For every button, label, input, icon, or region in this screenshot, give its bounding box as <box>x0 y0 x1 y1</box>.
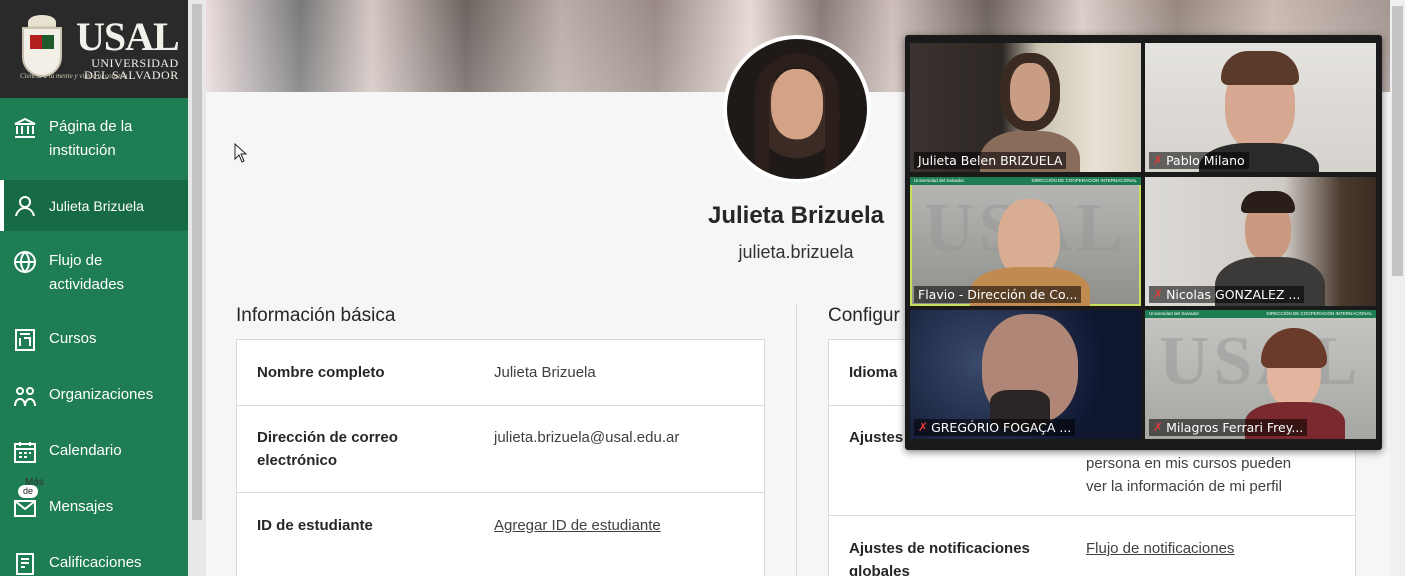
university-logo[interactable]: USAL UNIVERSIDAD DEL SALVADOR Ciencia a … <box>0 0 188 98</box>
muted-mic-icon: ✗ <box>1153 153 1164 167</box>
sidebar-item-messages[interactable]: Más de Mensajes <box>0 477 188 535</box>
muted-mic-icon: ✗ <box>1153 287 1164 301</box>
participant-name: Flavio - Dirección de Co... <box>914 286 1082 303</box>
sidebar: USAL UNIVERSIDAD DEL SALVADOR Ciencia a … <box>0 0 188 576</box>
participant-name: Julieta Belen BRIZUELA <box>914 152 1067 169</box>
grades-icon <box>12 551 38 576</box>
participant-tile[interactable]: ✗ GREGÓRIO FOGAÇA ... <box>910 310 1141 439</box>
config-row: Ajustes de notificaciones globales Flujo… <box>829 516 1355 576</box>
sidebar-item-activity[interactable]: Flujo de actividades <box>0 231 188 311</box>
sidebar-item-institution[interactable]: Página de la institución <box>0 100 188 180</box>
info-value: Julieta Brizuela <box>494 364 596 381</box>
info-row: ID de estudiante Agregar ID de estudiant… <box>237 493 764 557</box>
muted-mic-icon: ✗ <box>1153 420 1164 434</box>
sidebar-scrollbar[interactable] <box>188 0 206 576</box>
sidebar-item-label: Cursos <box>49 330 97 347</box>
participant-name: ✗ Nicolas GONZALEZ ... <box>1149 286 1305 303</box>
sidebar-item-grades[interactable]: Calificaciones <box>0 535 188 576</box>
participant-tile[interactable]: ✗ Pablo Milano <box>1145 43 1376 172</box>
sidebar-item-label: Calendario <box>49 442 122 459</box>
notification-stream-link[interactable]: Flujo de notificaciones <box>1086 537 1234 576</box>
user-icon <box>12 193 38 219</box>
sidebar-item-label: Flujo de actividades <box>49 252 125 293</box>
info-key: ID de estudiante <box>257 516 373 534</box>
muted-mic-icon: ✗ <box>918 420 929 434</box>
participant-name: ✗ GREGÓRIO FOGAÇA ... <box>914 419 1076 436</box>
sidebar-item-label: Organizaciones <box>49 386 154 403</box>
config-key: Idioma <box>849 364 898 381</box>
institution-icon <box>12 115 38 141</box>
column-divider <box>796 304 797 576</box>
globe-icon <box>12 249 38 275</box>
sidebar-item-label: Calificaciones <box>49 554 142 571</box>
info-row: Dirección de correo electrónico julieta.… <box>237 406 764 493</box>
participant-tile-active[interactable]: Universidad del Salvador DIRECCIÓN DE COO… <box>910 177 1141 306</box>
add-student-id-link[interactable]: Agregar ID de estudiante <box>494 514 661 537</box>
mail-icon <box>12 495 38 521</box>
info-key: Nombre completo <box>257 364 385 381</box>
courses-icon <box>12 327 38 353</box>
info-key: Dirección de correo electrónico <box>257 429 398 469</box>
participant-tile[interactable]: ✗ Nicolas GONZALEZ ... <box>1145 177 1376 306</box>
sidebar-item-courses[interactable]: Cursos <box>0 311 188 367</box>
organizations-icon <box>12 383 38 409</box>
page-scroll-thumb[interactable] <box>1392 6 1403 276</box>
video-call-window[interactable]: Julieta Belen BRIZUELA ✗ Pablo Milano Uni… <box>905 35 1382 450</box>
participant-name: ✗ Milagros Ferrari Frey... <box>1149 419 1308 436</box>
sidebar-item-label: Mensajes <box>49 498 114 515</box>
sidebar-item-profile[interactable]: Julieta Brizuela <box>0 180 188 231</box>
profile-avatar[interactable] <box>723 35 871 183</box>
sidebar-item-label: Página de la institución <box>49 118 133 159</box>
sidebar-item-label: Julieta Brizuela <box>49 197 144 214</box>
messages-badge: de <box>18 485 39 498</box>
mouse-cursor-icon <box>234 143 248 163</box>
config-title: Configur <box>828 305 900 326</box>
logo-motto: Ciencia a la mente y virtud al corazón <box>20 72 128 80</box>
basic-info-title: Información básica <box>236 305 396 326</box>
participant-tile[interactable]: Julieta Belen BRIZUELA <box>910 43 1141 172</box>
sidebar-scroll-thumb[interactable] <box>192 4 202 520</box>
logo-title: USAL <box>76 14 180 59</box>
participant-tile[interactable]: Universidad del Salvador DIRECCIÓN DE COO… <box>1145 310 1376 439</box>
info-row: Nombre completo Julieta Brizuela <box>237 340 764 406</box>
info-value: julieta.brizuela@usal.edu.ar <box>494 429 680 446</box>
basic-info-card: Nombre completo Julieta Brizuela Direcci… <box>236 339 765 576</box>
config-key: Ajustes de notificaciones globales <box>849 540 1030 576</box>
participant-name: ✗ Pablo Milano <box>1149 152 1249 169</box>
sidebar-item-organizations[interactable]: Organizaciones <box>0 367 188 423</box>
calendar-icon <box>12 439 38 465</box>
page-scrollbar[interactable] <box>1390 0 1405 576</box>
